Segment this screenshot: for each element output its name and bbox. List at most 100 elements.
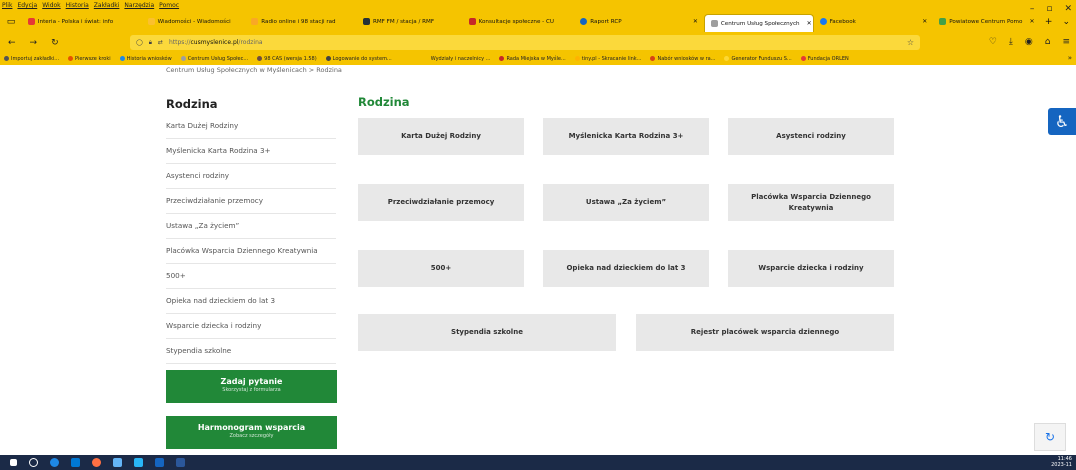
sidebar-item-asystenci[interactable]: Asystenci rodziny bbox=[166, 164, 336, 189]
bookmark-item[interactable]: Nabór wniosków w ra... bbox=[650, 56, 715, 62]
sidebar-item-500[interactable]: 500+ bbox=[166, 264, 336, 289]
tile-przemoc[interactable]: Przeciwdziałanie przemocy bbox=[358, 184, 524, 221]
bookmark-item[interactable]: Historia wniosków bbox=[119, 56, 172, 62]
tile-wsparcie[interactable]: Wsparcie dziecka i rodziny bbox=[728, 250, 894, 287]
downloads-icon[interactable]: ⤓ bbox=[1009, 37, 1013, 47]
url-bar[interactable]: ◯ 🔒︎ ⇄ https://cusmyslenice.pl/rodzina ☆ bbox=[130, 35, 920, 50]
tab-rmf[interactable]: RMF FM / stacja / RMF bbox=[357, 11, 463, 32]
hamburger-menu-icon[interactable]: ≡ bbox=[1062, 37, 1070, 47]
tab-list-icon[interactable]: ▭ bbox=[0, 17, 22, 27]
bookmark-item[interactable]: Rada Miejska w Myśle... bbox=[499, 56, 566, 62]
tile-rejestr[interactable]: Rejestr placówek wsparcia dziennego bbox=[636, 314, 894, 351]
tab-facebook[interactable]: Facebook ✕ bbox=[814, 11, 934, 32]
sidebar-item-za-zyciem[interactable]: Ustawa „Za życiem” bbox=[166, 214, 336, 239]
pocket-icon[interactable]: ♡ bbox=[989, 37, 997, 47]
lock-icon[interactable]: 🔒︎ bbox=[149, 39, 152, 47]
menu-bookmarks[interactable]: Zakładki bbox=[94, 2, 120, 9]
cta-subtitle: Skorzystaj z formularza bbox=[222, 387, 281, 393]
outlook-icon[interactable] bbox=[71, 458, 80, 467]
raport-icon bbox=[580, 18, 588, 25]
tile-asystenci[interactable]: Asystenci rodziny bbox=[728, 118, 894, 155]
menu-history[interactable]: Historia bbox=[66, 2, 89, 9]
tab-interia[interactable]: Interia - Polska i świat: info bbox=[22, 11, 142, 32]
new-tab-icon[interactable]: + bbox=[1045, 17, 1053, 27]
tab-pcpr[interactable]: Powiatowe Centrum Pomo ✕ bbox=[933, 11, 1045, 32]
tab-label: Interia - Polska i świat: info bbox=[37, 18, 114, 25]
close-tab-icon[interactable]: ✕ bbox=[693, 18, 698, 25]
system-clock[interactable]: 11:46 2023-11 bbox=[1051, 456, 1072, 468]
close-tab-icon[interactable]: ✕ bbox=[922, 18, 927, 25]
sidebar-item-karta-duzej-rodziny[interactable]: Karta Dużej Rodziny bbox=[166, 114, 336, 139]
tile-za-zyciem[interactable]: Ustawa „Za życiem” bbox=[543, 184, 709, 221]
menu-file[interactable]: Plik bbox=[2, 2, 12, 9]
tile-opieka[interactable]: Opieka nad dzieckiem do lat 3 bbox=[543, 250, 709, 287]
edge-icon[interactable] bbox=[50, 458, 59, 467]
search-icon[interactable] bbox=[29, 458, 38, 467]
firefox-icon[interactable] bbox=[92, 458, 101, 467]
tab-wiadomosci[interactable]: Wiadomości - Wiadomości bbox=[142, 11, 246, 32]
radio-icon bbox=[251, 18, 259, 25]
menu-view[interactable]: Widok bbox=[42, 2, 60, 9]
recaptcha-badge[interactable]: ↻ bbox=[1034, 423, 1066, 451]
chevron-down-icon[interactable]: ⌄ bbox=[1062, 17, 1070, 27]
menu-edit[interactable]: Edycja bbox=[17, 2, 37, 9]
url-text[interactable]: https://cusmyslenice.pl/rodzina bbox=[169, 39, 263, 46]
ask-question-button[interactable]: Zadaj pytanie Skorzystaj z formularza bbox=[166, 370, 337, 403]
tab-cus[interactable]: Centrum Usług Społecznych ✕ bbox=[703, 14, 814, 32]
file-explorer-icon[interactable] bbox=[113, 458, 122, 467]
cta-title: Harmonogram wsparcia bbox=[197, 423, 306, 432]
sidebar-item-przemoc[interactable]: Przeciwdziałanie przemocy bbox=[166, 189, 336, 214]
bookmark-item[interactable]: Logowanie do system... bbox=[325, 56, 392, 62]
schedule-button[interactable]: Harmonogram wsparcia Zobacz szczegóły bbox=[166, 416, 337, 449]
tile-karta-duzej-rodziny[interactable]: Karta Dużej Rodziny bbox=[358, 118, 524, 155]
tile-karta-rodzina-3[interactable]: Myślenicka Karta Rodzina 3+ bbox=[543, 118, 709, 155]
tab-raport-rcp[interactable]: Raport RCP ✕ bbox=[574, 11, 704, 32]
bookmark-item[interactable]: Importuj zakładki... bbox=[4, 56, 59, 62]
tab-actions: + ⌄ bbox=[1045, 17, 1076, 27]
tile-kreatywnia[interactable]: Placówka Wsparcia Dziennego Kreatywnia bbox=[728, 184, 894, 221]
sidebar-item-karta-rodzina-3[interactable]: Myślenicka Karta Rodzina 3+ bbox=[166, 139, 336, 164]
permissions-icon[interactable]: ⇄ bbox=[158, 39, 163, 46]
account-icon[interactable]: ◉ bbox=[1025, 37, 1033, 47]
tab-konsultacje[interactable]: Konsultacje społeczne - CU bbox=[463, 11, 575, 32]
sidebar-item-wsparcie[interactable]: Wsparcie dziecka i rodziny bbox=[166, 314, 336, 339]
menu-help[interactable]: Pomoc bbox=[159, 2, 179, 9]
bookmark-item[interactable]: Fundacja ORLEN bbox=[800, 56, 849, 62]
tab-label: Raport RCP bbox=[590, 18, 622, 25]
bookmark-item[interactable]: Wydziały i naczelnicy ... bbox=[431, 56, 491, 62]
sidebar-item-opieka[interactable]: Opieka nad dzieckiem do lat 3 bbox=[166, 289, 336, 314]
accessibility-button[interactable]: ♿︎ bbox=[1048, 108, 1076, 135]
toolbar-right: ♡ ⤓ ◉ ⌂ ≡ bbox=[989, 37, 1070, 47]
sidebar-item-kreatywnia[interactable]: Placówka Wsparcia Dziennego Kreatywnia bbox=[166, 239, 336, 264]
tab-label: Centrum Usług Społecznych bbox=[720, 20, 800, 27]
extensions-icon[interactable]: ⌂ bbox=[1045, 37, 1051, 47]
cta-title: Zadaj pytanie bbox=[220, 377, 283, 386]
nav-bar: ← → ↻ ◯ 🔒︎ ⇄ https://cusmyslenice.pl/rod… bbox=[0, 32, 1076, 53]
app-icon[interactable] bbox=[155, 458, 164, 467]
bookmark-item[interactable]: tiny.pl - Skracanie link... bbox=[574, 56, 641, 62]
forward-icon[interactable]: → bbox=[30, 38, 38, 48]
breadcrumb[interactable]: Centrum Usług Społecznych w Myślenicach … bbox=[166, 66, 342, 74]
bookmark-star-icon[interactable]: ☆ bbox=[907, 38, 920, 47]
app-icon[interactable] bbox=[134, 458, 143, 467]
bookmark-item[interactable]: Generator Funduszu S... bbox=[724, 56, 792, 62]
tab-label: Konsultacje społeczne - CU bbox=[478, 18, 554, 25]
close-tab-icon[interactable]: ✕ bbox=[1029, 18, 1034, 25]
word-icon[interactable] bbox=[176, 458, 185, 467]
shield-icon[interactable]: ◯ bbox=[136, 39, 143, 46]
sidebar-item-stypendia[interactable]: Stypendia szkolne bbox=[166, 339, 336, 364]
close-tab-icon[interactable]: ✕ bbox=[807, 20, 812, 27]
reload-icon[interactable]: ↻ bbox=[51, 38, 59, 48]
rmf-icon bbox=[362, 18, 370, 25]
tile-stypendia[interactable]: Stypendia szkolne bbox=[358, 314, 616, 351]
bookmark-item[interactable]: Centrum Usług Społec... bbox=[180, 56, 248, 62]
bookmark-item[interactable]: 98 CAS (wersja 1.58) bbox=[257, 56, 317, 62]
menu-tools[interactable]: Narzędzia bbox=[124, 2, 154, 9]
bookmark-item[interactable]: Pierwsze kroki bbox=[68, 56, 111, 62]
bookmarks-overflow-icon[interactable]: » bbox=[1068, 54, 1072, 62]
tile-500[interactable]: 500+ bbox=[358, 250, 524, 287]
facebook-icon bbox=[819, 18, 827, 25]
tab-radio[interactable]: Radio online i 98 stacji rad bbox=[245, 11, 357, 32]
windows-start-icon[interactable] bbox=[10, 459, 17, 466]
back-icon[interactable]: ← bbox=[8, 38, 16, 48]
